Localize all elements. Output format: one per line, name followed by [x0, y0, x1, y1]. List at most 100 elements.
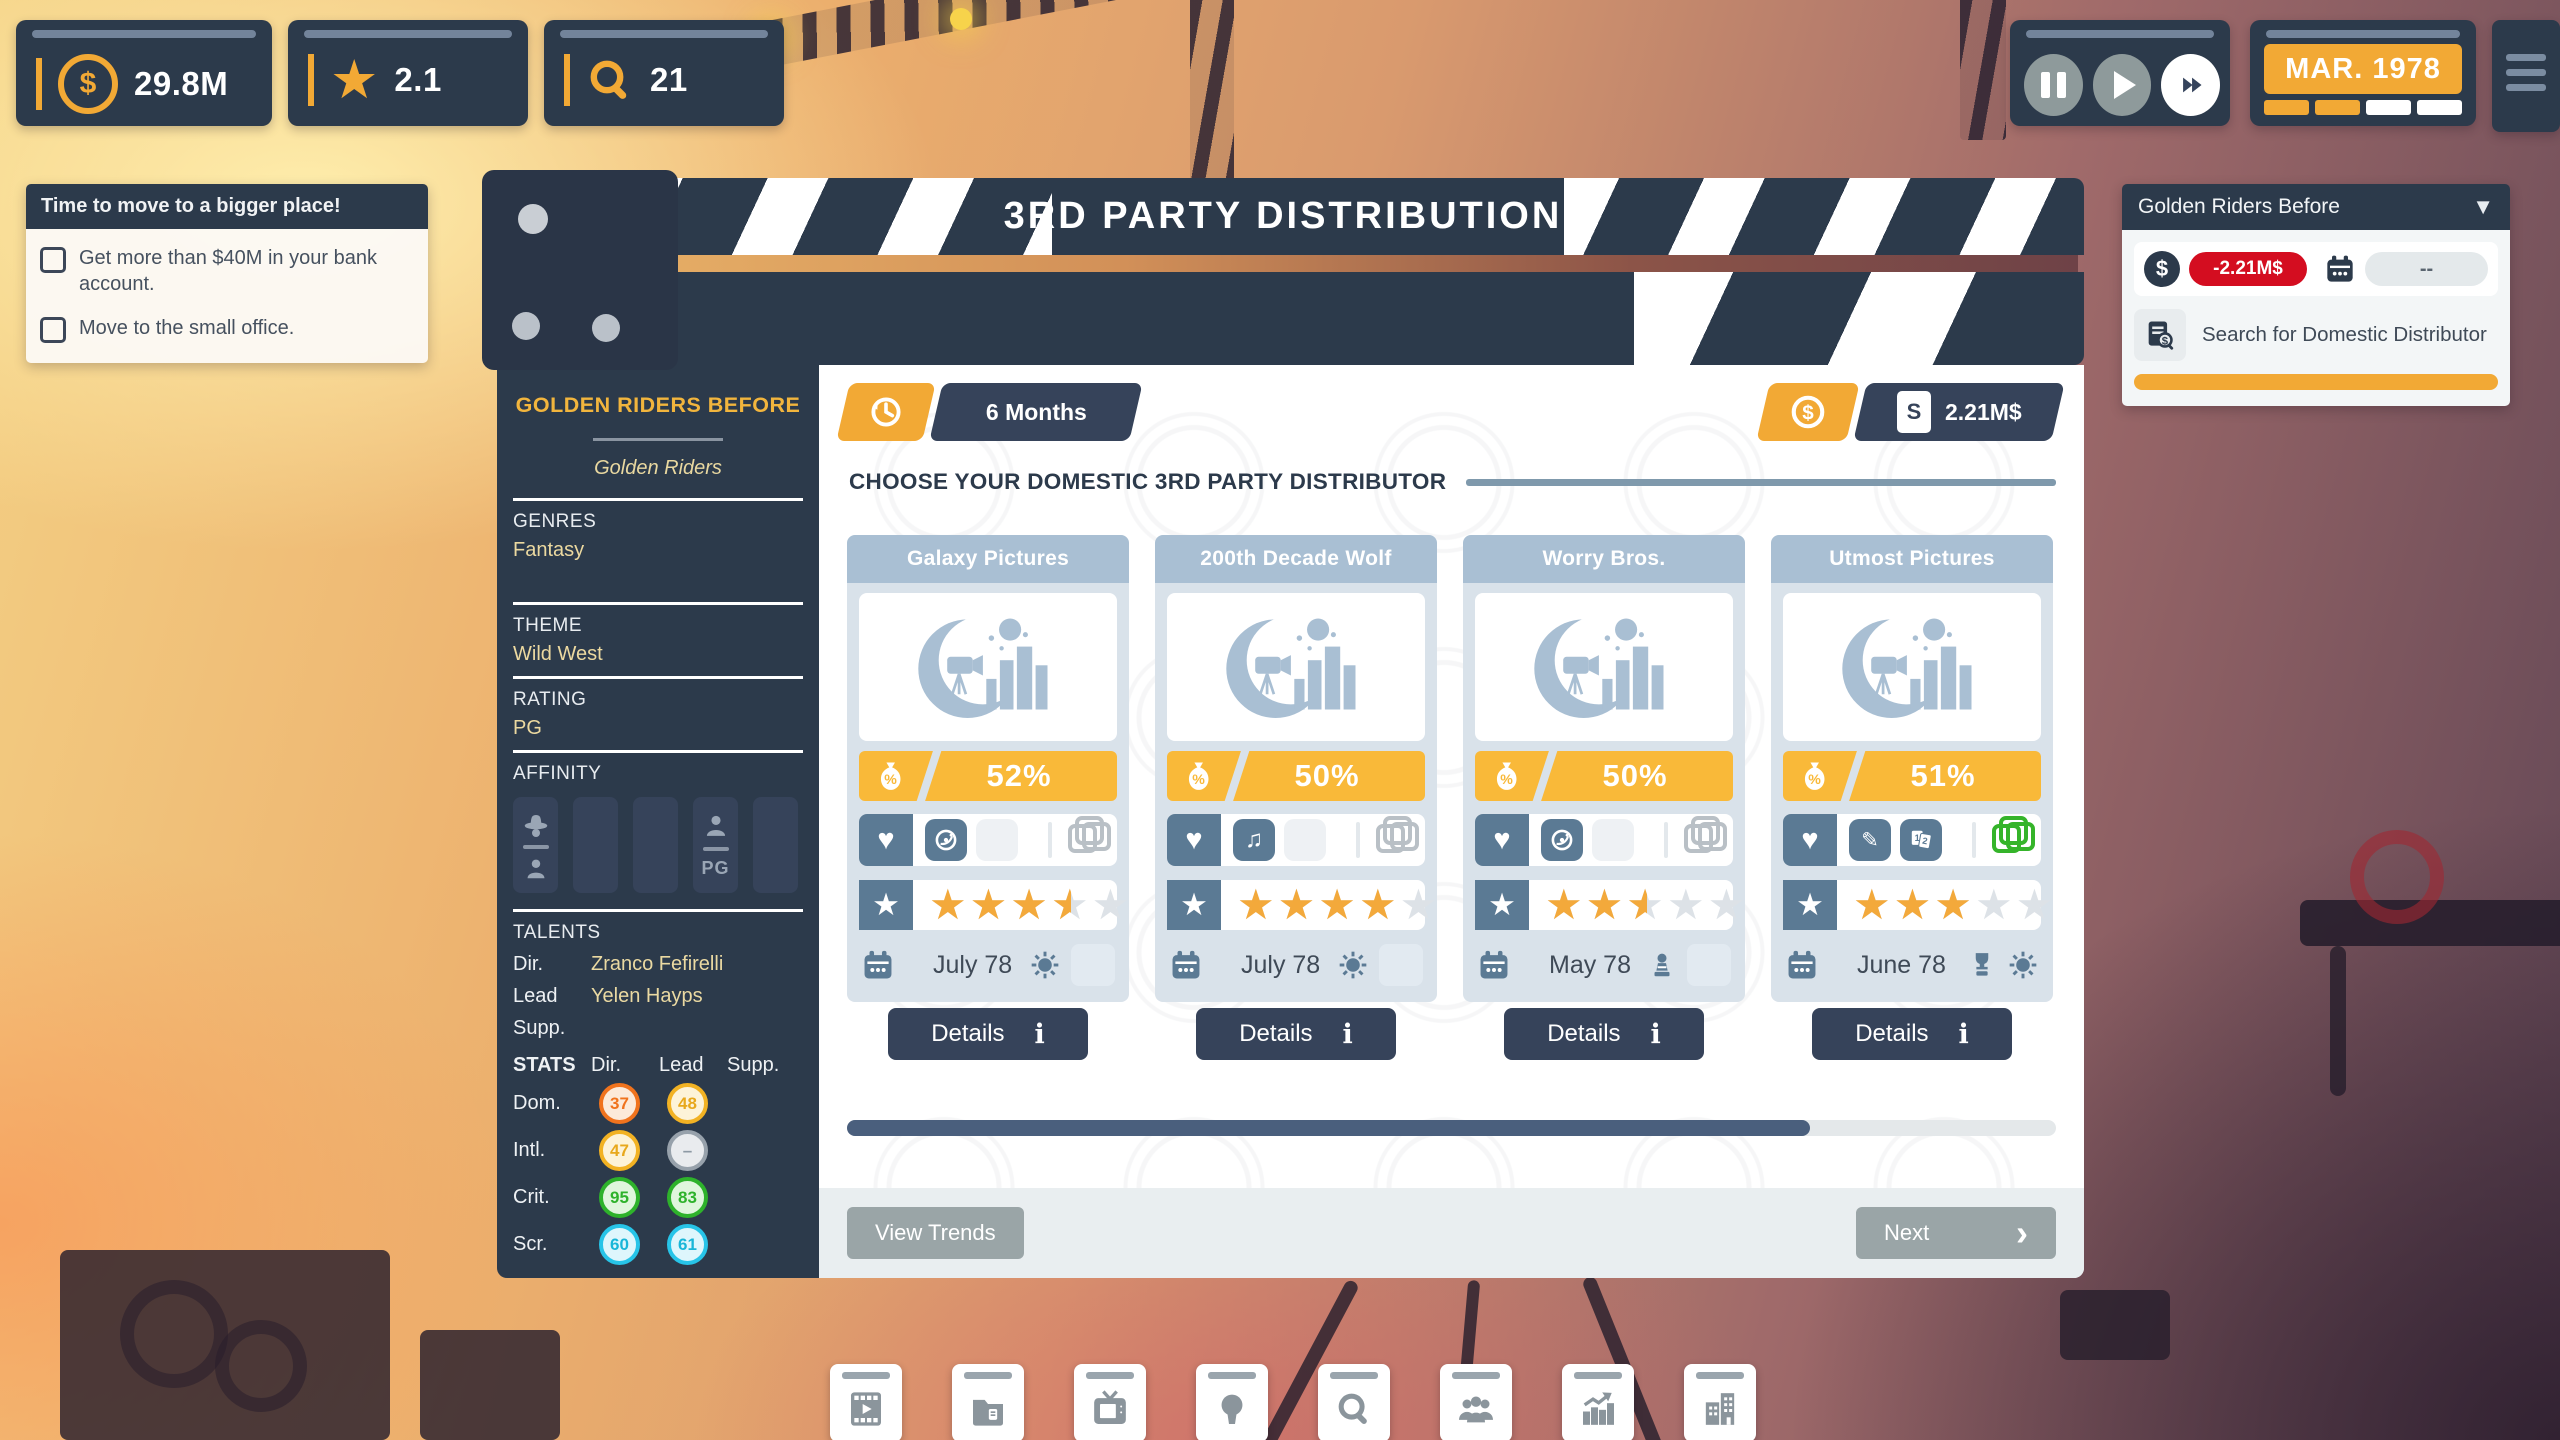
rating-label: RATING — [513, 689, 803, 711]
globe-trait-icon — [1541, 819, 1583, 861]
clapper-gap — [488, 255, 2078, 272]
traits-row: ♥ — [1475, 814, 1733, 866]
star-icon: ★ — [330, 54, 378, 106]
traits-row: ♥ ♫ — [1167, 814, 1425, 866]
scrollbar-thumb[interactable] — [847, 1120, 1810, 1136]
dollar-ring-icon — [1789, 393, 1827, 431]
currency-badge: S — [1897, 391, 1931, 433]
affinity-slot-empty[interactable] — [753, 797, 798, 893]
favorite-icon[interactable]: ♥ — [859, 814, 913, 866]
tv-icon — [1090, 1389, 1130, 1429]
director-name[interactable]: Zranco Fefirelli — [591, 953, 723, 976]
theme-value: Wild West — [513, 643, 803, 666]
clapper-top-board: 3RD PARTY DISTRIBUTION — [482, 178, 2084, 255]
revenue-share: 50% — [1537, 758, 1733, 794]
affinity-slot-rating[interactable]: PG — [693, 797, 738, 893]
search-icon — [1335, 1390, 1373, 1428]
ideas-button[interactable] — [1196, 1364, 1268, 1440]
release-row: June 78 — [1783, 942, 2041, 988]
distributor-card[interactable]: Utmost Pictures 51% ♥ ✎ — [1771, 535, 2053, 1060]
current-date[interactable]: MAR. 1978 — [2264, 44, 2462, 94]
revenue-share-row: 50% — [1167, 751, 1425, 801]
copies-icon — [1684, 824, 1713, 853]
chart-icon — [1578, 1389, 1618, 1429]
points-value: 21 — [650, 61, 688, 99]
search-button[interactable] — [1318, 1364, 1390, 1440]
info-icon: i — [1343, 1019, 1353, 1050]
release-date: May 78 — [1549, 951, 1631, 980]
affinity-label: AFFINITY — [513, 763, 803, 785]
ticket-accent-bar — [308, 54, 314, 106]
clapperboard-header: 3RD PARTY DISTRIBUTION — [482, 178, 2084, 365]
affinity-slot-western[interactable] — [513, 797, 558, 893]
studio-button[interactable] — [1684, 1364, 1756, 1440]
quest-task: Move to the small office. — [40, 315, 414, 343]
sun-icon — [1337, 949, 1369, 981]
person-icon — [702, 812, 730, 840]
choose-distributor-heading: CHOOSE YOUR DOMESTIC 3RD PARTY DISTRIBUT… — [849, 469, 1446, 495]
rating-row: ★ ★★★★★★★★★★ — [1783, 880, 2041, 930]
tracker-header[interactable]: Golden Riders Before ▼ — [2122, 184, 2510, 230]
distributor-card[interactable]: Worry Bros. 50% ♥ — [1463, 535, 1745, 1060]
lead-name[interactable]: Yelen Hayps — [591, 985, 703, 1008]
person-icon — [523, 856, 549, 882]
affinity-slot-empty[interactable] — [573, 797, 618, 893]
star-badge-icon: ★ — [1783, 880, 1837, 930]
view-trends-button[interactable]: View Trends — [847, 1207, 1024, 1259]
film-icon — [846, 1389, 886, 1429]
details-button[interactable]: Detailsi — [1504, 1008, 1704, 1060]
duration-value: 6 Months — [986, 399, 1087, 426]
stat-value: 95 — [599, 1177, 640, 1218]
distributor-logo — [1167, 593, 1425, 741]
fame-ticket: ★ 2.1 — [288, 20, 528, 126]
next-button[interactable]: Next› — [1856, 1207, 2056, 1259]
quest-panel: Time to move to a bigger place! Get more… — [26, 184, 428, 363]
distributor-name: Worry Bros. — [1463, 535, 1745, 583]
distributor-card[interactable]: Galaxy Pictures 52% ♥ — [847, 535, 1129, 1060]
background-rope-coil — [120, 1280, 228, 1388]
copies-icon-green — [1992, 824, 2021, 853]
favorite-icon[interactable]: ♥ — [1475, 814, 1529, 866]
cards-scrollbar[interactable] — [847, 1120, 2056, 1136]
affinity-rating: PG — [701, 858, 729, 879]
details-button[interactable]: Detailsi — [888, 1008, 1088, 1060]
clapper-stripes — [1634, 272, 2064, 365]
affinity-slot-empty[interactable] — [633, 797, 678, 893]
task-checkbox[interactable] — [40, 247, 66, 273]
tracker-status-row: Search for Domestic Distributor — [2134, 309, 2498, 361]
empty-season-slot — [1379, 944, 1423, 986]
stat-row-script: Scr. 60 61 — [513, 1224, 803, 1265]
empty-trait-slot — [1284, 819, 1326, 861]
stats-button[interactable] — [1562, 1364, 1634, 1440]
release-row: May 78 — [1475, 942, 1733, 988]
genres-value: Fantasy — [513, 539, 803, 562]
quill-trait-icon: ✎ — [1849, 819, 1891, 861]
distributor-card[interactable]: 200th Decade Wolf 50% ♥ ♫ — [1155, 535, 1437, 1060]
traits-row: ♥ ✎ — [1783, 814, 2041, 866]
stat-value: 60 — [599, 1224, 640, 1265]
tracker-progress-bar — [2134, 374, 2498, 390]
menu-button[interactable] — [2492, 20, 2560, 132]
quest-task: Get more than $40M in your bank account. — [40, 245, 414, 297]
projects-button[interactable] — [952, 1364, 1024, 1440]
stats-col-supp: Supp. — [727, 1054, 789, 1077]
tv-button[interactable] — [1074, 1364, 1146, 1440]
play-button[interactable] — [2093, 54, 2152, 116]
hamburger-icon — [2506, 54, 2546, 91]
time-controls-ticket — [2010, 20, 2230, 126]
favorite-icon[interactable]: ♥ — [1783, 814, 1837, 866]
talents-button[interactable] — [1440, 1364, 1512, 1440]
task-checkbox[interactable] — [40, 317, 66, 343]
lead-role-label: Lead — [513, 985, 591, 1008]
details-button[interactable]: Detailsi — [1812, 1008, 2012, 1060]
task-label: Get more than $40M in your bank account. — [79, 245, 414, 297]
rating-row: ★ ★★★★★★★★★★ — [1475, 880, 1733, 930]
bottom-toolbar — [830, 1364, 1756, 1440]
revenue-share-row: 50% — [1475, 751, 1733, 801]
movies-button[interactable] — [830, 1364, 902, 1440]
pause-button[interactable] — [2024, 54, 2083, 116]
favorite-icon[interactable]: ♥ — [1167, 814, 1221, 866]
details-button[interactable]: Detailsi — [1196, 1008, 1396, 1060]
fast-forward-button[interactable] — [2161, 54, 2220, 116]
fast-forward-icon — [2176, 75, 2206, 95]
